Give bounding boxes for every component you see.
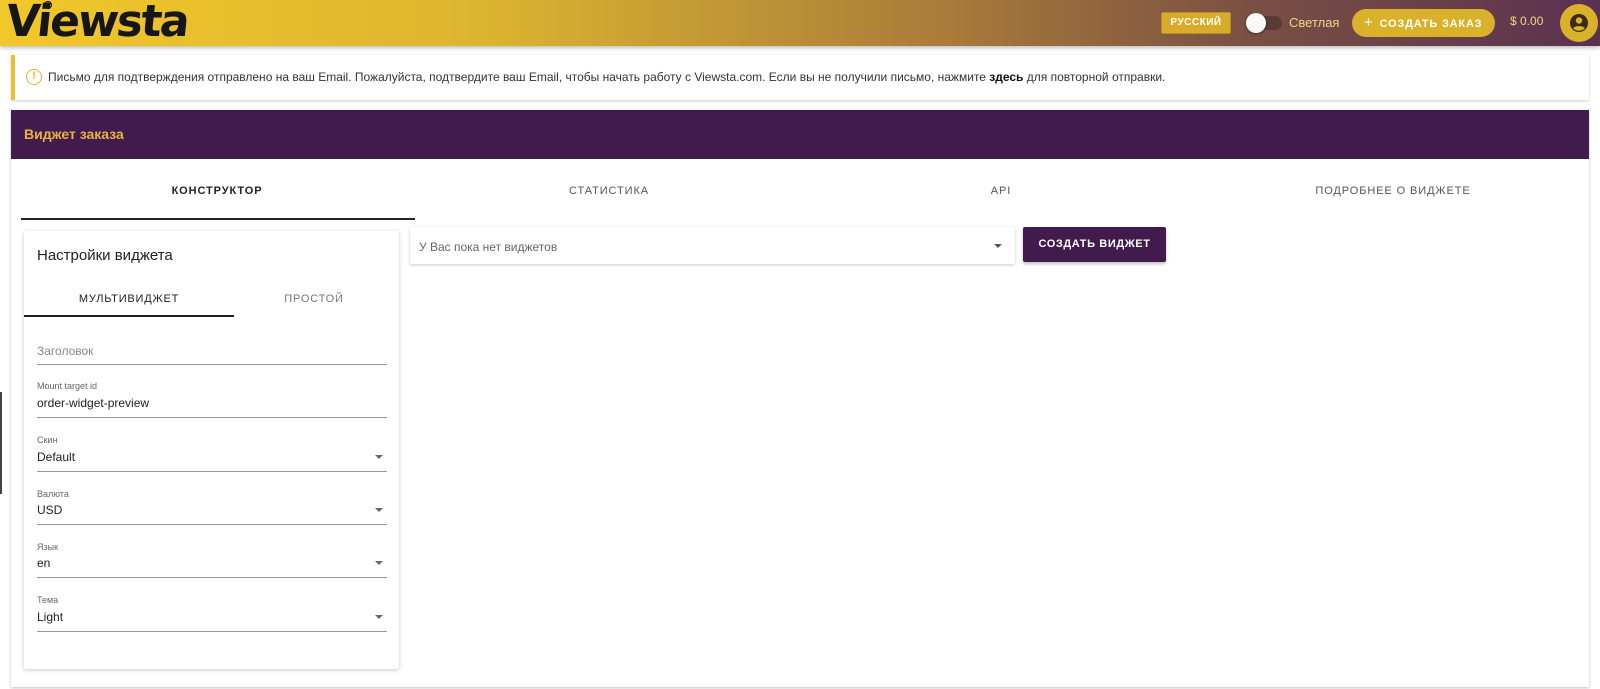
chevron-down-icon xyxy=(375,615,383,619)
theme-field-label: Тема xyxy=(37,595,59,605)
banner-text-before: Письмо для подтверждения отправлено на в… xyxy=(48,70,990,84)
logo-registered-mark xyxy=(44,1,52,9)
heading-placeholder: Заголовок xyxy=(37,344,94,358)
tab-api[interactable]: API xyxy=(805,169,1197,222)
banner-text: Письмо для подтверждения отправлено на в… xyxy=(48,70,1165,84)
heading-field[interactable]: Заголовок xyxy=(37,341,387,365)
create-widget-button[interactable]: СОЗДАТЬ ВИДЖЕТ xyxy=(1023,227,1166,262)
settings-title: Настройки виджета xyxy=(37,247,173,264)
balance: $ 0.00 xyxy=(1510,14,1544,28)
card-header: Виджет заказа xyxy=(11,110,1589,159)
plus-icon: + xyxy=(1364,14,1374,31)
chevron-down-icon xyxy=(994,244,1002,248)
currency-value: USD xyxy=(37,503,63,517)
tab-multiwidget[interactable]: МУЛЬТИВИДЖЕТ xyxy=(24,281,234,317)
chevron-down-icon xyxy=(375,508,383,512)
skin-value: Default xyxy=(37,450,76,464)
chevron-down-icon xyxy=(375,561,383,565)
chevron-down-icon xyxy=(375,455,383,459)
card-title: Виджет заказа xyxy=(24,126,124,142)
app-bar: Viewsta РУССКИЙ Светлая + СОЗДАТЬ ЗАКАЗ $… xyxy=(0,0,1600,47)
create-order-label: СОЗДАТЬ ЗАКАЗ xyxy=(1379,18,1483,30)
currency-select[interactable]: Валюта USD xyxy=(37,489,387,525)
mount-target-id-value: order-widget-preview xyxy=(37,396,150,410)
theme-value: Light xyxy=(37,610,64,624)
toggle-thumb xyxy=(1246,13,1266,33)
mount-target-id-label: Mount target id xyxy=(37,381,98,391)
resend-link[interactable]: здесь xyxy=(989,70,1023,84)
tab-constructor[interactable]: КОНСТРУКТОР xyxy=(21,169,413,222)
language-select[interactable]: Язык en xyxy=(37,542,387,578)
widget-settings-panel: Настройки виджета МУЛЬТИВИДЖЕТ ПРОСТОЙ З… xyxy=(24,231,399,669)
skin-label: Скин xyxy=(37,435,58,445)
language-value: en xyxy=(37,556,51,570)
account-circle-icon xyxy=(1570,14,1588,32)
banner-text-after: для повторной отправки. xyxy=(1023,70,1166,84)
theme-toggle[interactable] xyxy=(1246,13,1282,33)
language-button[interactable]: РУССКИЙ xyxy=(1161,12,1231,34)
email-confirmation-banner: ! Письмо для подтверждения отправлено на… xyxy=(11,55,1589,100)
widget-select-placeholder: У Вас пока нет виджетов xyxy=(419,240,558,254)
tab-simple[interactable]: ПРОСТОЙ xyxy=(209,281,419,317)
theme-select[interactable]: Тема Light xyxy=(37,595,387,632)
skin-select[interactable]: Скин Default xyxy=(37,435,387,472)
sub-tab-indicator xyxy=(24,315,234,317)
left-edge-divider xyxy=(0,392,2,494)
theme-label: Светлая xyxy=(1289,15,1340,30)
warning-icon: ! xyxy=(26,69,42,85)
widget-select[interactable]: У Вас пока нет виджетов xyxy=(410,227,1015,264)
viewsta-logo[interactable]: Viewsta xyxy=(3,0,190,47)
tab-statistics[interactable]: СТАТИСТИКА xyxy=(413,169,805,222)
language-label: Язык xyxy=(37,542,59,552)
tab-about-widget[interactable]: ПОДРОБНЕЕ О ВИДЖЕТЕ xyxy=(1197,169,1589,222)
active-tab-indicator xyxy=(21,218,415,220)
create-order-button[interactable]: + СОЗДАТЬ ЗАКАЗ xyxy=(1352,9,1495,37)
order-widget-card: Виджет заказа КОНСТРУКТОР СТАТИСТИКА API… xyxy=(11,110,1589,687)
currency-label: Валюта xyxy=(37,489,69,499)
mount-target-id-field[interactable]: Mount target id order-widget-preview xyxy=(37,381,387,418)
widget-tabs: КОНСТРУКТОР СТАТИСТИКА API ПОДРОБНЕЕ О В… xyxy=(21,169,1589,222)
account-button[interactable] xyxy=(1560,4,1598,42)
